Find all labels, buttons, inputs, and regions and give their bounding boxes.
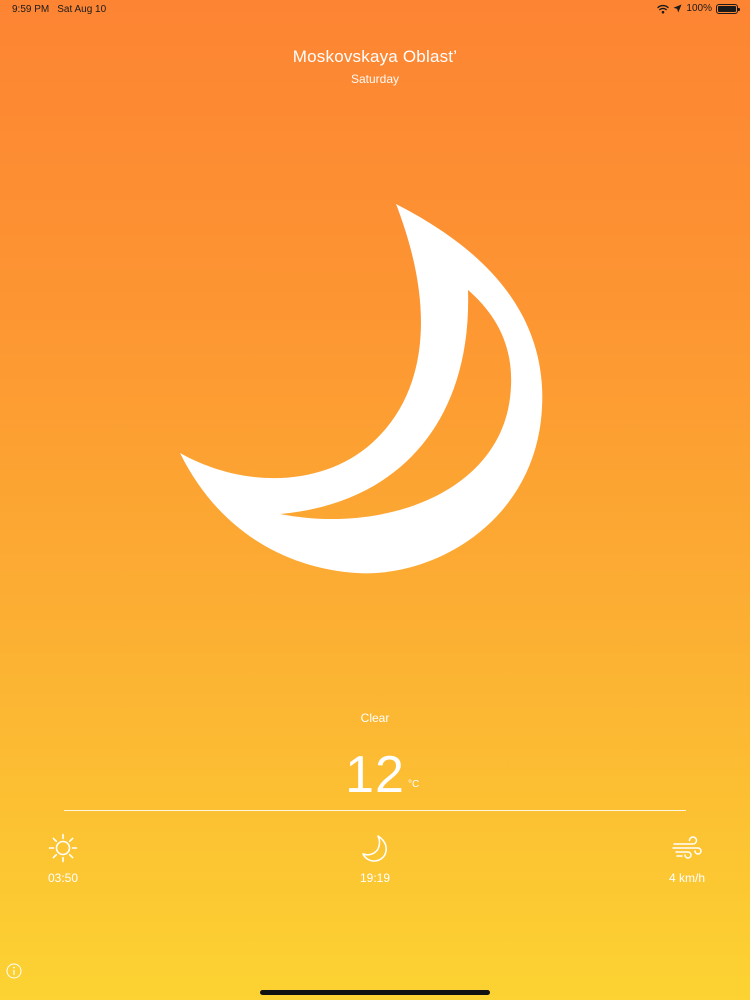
wind-icon bbox=[672, 836, 702, 859]
wind-speed: 4 km/h bbox=[668, 871, 705, 885]
temperature-unit: °C bbox=[408, 779, 420, 790]
crescent-moon-icon bbox=[180, 204, 543, 574]
battery-icon bbox=[716, 3, 740, 14]
status-time: 9:59 PM bbox=[12, 4, 50, 15]
sunset-time: 19:19 bbox=[359, 871, 391, 885]
temperature-value: 12 bbox=[345, 746, 405, 804]
battery-percent: 100% bbox=[686, 3, 712, 14]
location-name: Moskovskaya Oblast’ bbox=[292, 47, 458, 66]
moon-icon bbox=[362, 835, 387, 862]
status-date: Sat Aug 10 bbox=[57, 4, 107, 15]
home-indicator[interactable] bbox=[260, 990, 490, 995]
sunset-stat: 19:19 bbox=[335, 833, 415, 885]
info-icon[interactable] bbox=[6, 963, 22, 979]
sunrise-stat: 03:50 bbox=[23, 833, 103, 885]
status-right: 100% bbox=[657, 3, 740, 14]
wind-stat: 4 km/h bbox=[647, 833, 727, 885]
location-arrow-icon bbox=[673, 4, 682, 13]
divider bbox=[64, 810, 686, 811]
temperature-block: 12 °C bbox=[0, 745, 750, 805]
sun-icon bbox=[48, 833, 78, 863]
day-name: Saturday bbox=[350, 72, 400, 86]
sunrise-time: 03:50 bbox=[47, 871, 79, 885]
battery-fill bbox=[718, 5, 736, 12]
status-left: 9:59 PM Sat Aug 10 bbox=[12, 4, 106, 15]
status-bar: 9:59 PM Sat Aug 10 100% bbox=[0, 0, 750, 20]
weather-condition: Clear bbox=[360, 711, 390, 725]
wifi-icon bbox=[657, 4, 670, 13]
